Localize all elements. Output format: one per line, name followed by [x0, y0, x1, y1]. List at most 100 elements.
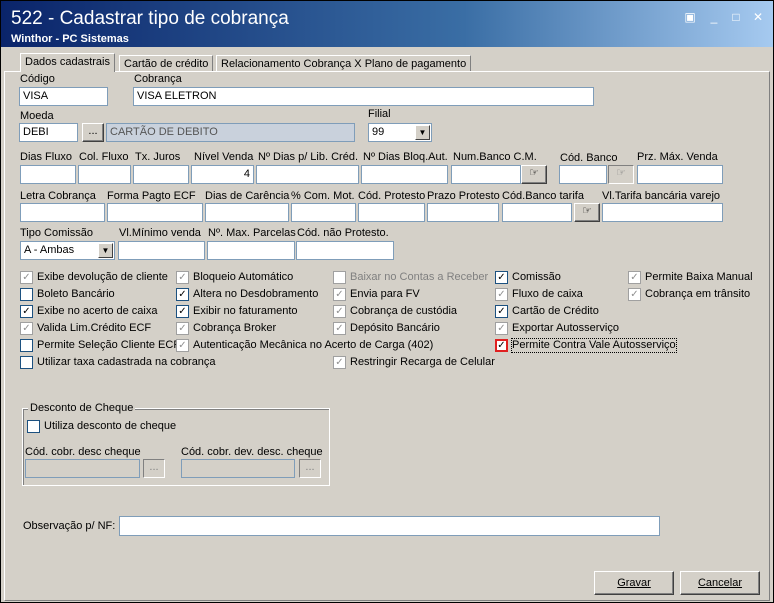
- checkmark-icon[interactable]: ✓: [333, 305, 346, 318]
- checkmark-icon[interactable]: ✓: [495, 339, 508, 352]
- title-bar[interactable]: 522 - Cadastrar tipo de cobrança Winthor…: [1, 1, 773, 47]
- cancelar-button[interactable]: Cancelar: [680, 571, 760, 595]
- max-parcelas-input[interactable]: [207, 241, 295, 260]
- cod-cobr-dev-label: Cód. cobr. dev. desc. cheque: [181, 446, 323, 458]
- window: 522 - Cadastrar tipo de cobrança Winthor…: [0, 0, 774, 603]
- dias-bloq-aut-input[interactable]: [361, 165, 448, 184]
- tipo-comissao-value: A - Ambas: [24, 244, 75, 256]
- checkbox-box[interactable]: [333, 271, 346, 284]
- option-checkbox-label: Autenticação Mecânica no Acerto de Carga…: [193, 339, 434, 351]
- prazo-protesto-input[interactable]: [427, 203, 499, 222]
- cod-protesto-label: Cód. Protesto: [358, 190, 426, 202]
- gravar-label: Gravar: [617, 577, 651, 589]
- option-checkbox-label: Boleto Bancário: [37, 288, 115, 300]
- checkmark-icon[interactable]: ✓: [333, 356, 346, 369]
- prazo-protesto-label: Prazo Protesto: [427, 190, 500, 202]
- cod-protesto-input[interactable]: [358, 203, 425, 222]
- option-checkbox-label: Baixar no Contas a Receber: [350, 271, 489, 283]
- checkmark-icon[interactable]: ✓: [176, 339, 189, 352]
- cancelar-label: Cancelar: [697, 577, 743, 589]
- cod-nao-protesto-input[interactable]: [296, 241, 394, 260]
- nivel-venda-input[interactable]: 4: [191, 165, 254, 184]
- gravar-button[interactable]: Gravar: [594, 571, 674, 595]
- checkmark-icon[interactable]: ✓: [176, 288, 189, 301]
- dias-fluxo-label: Dias Fluxo: [20, 151, 72, 163]
- letra-cobranca-input[interactable]: [20, 203, 105, 222]
- cod-cobr-dev-input[interactable]: [181, 459, 295, 478]
- chevron-down-icon[interactable]: ▼: [415, 125, 430, 140]
- moeda-lookup-button[interactable]: ...: [82, 123, 104, 142]
- tab-dados-cadastrais[interactable]: Dados cadastrais: [20, 53, 115, 72]
- checkmark-icon[interactable]: ✓: [628, 271, 641, 284]
- checkmark-icon[interactable]: ✓: [495, 271, 508, 284]
- col-fluxo-input[interactable]: [78, 165, 131, 184]
- moeda-input[interactable]: DEBI: [19, 123, 78, 142]
- checkmark-icon[interactable]: ✓: [333, 322, 346, 335]
- tx-juros-input[interactable]: [133, 165, 189, 184]
- cod-banco-search-button[interactable]: ☞: [608, 165, 634, 184]
- observacao-input[interactable]: [119, 516, 660, 536]
- filial-select[interactable]: 99 ▼: [368, 123, 432, 142]
- option-checkbox-label: Fluxo de caixa: [512, 288, 583, 300]
- cod-banco-label: Cód. Banco: [560, 152, 618, 164]
- forma-pagto-ecf-input[interactable]: [107, 203, 203, 222]
- option-checkbox-label: Cobrança em trânsito: [645, 288, 751, 300]
- cod-banco-tarifa-input[interactable]: [502, 203, 572, 222]
- tab-cartao-de-credito[interactable]: Cartão de crédito: [119, 55, 214, 71]
- hand-pointer-icon: ☞: [616, 167, 626, 179]
- dias-carencia-input[interactable]: [205, 203, 289, 222]
- checkmark-icon[interactable]: ✓: [495, 288, 508, 301]
- prz-max-venda-input[interactable]: [637, 165, 723, 184]
- codigo-input[interactable]: VISA: [19, 87, 108, 106]
- option-checkbox-label: Utilizar taxa cadastrada na cobrança: [37, 356, 216, 368]
- cobranca-label: Cobrança: [134, 73, 182, 85]
- tipo-comissao-select[interactable]: A - Ambas ▼: [20, 241, 115, 260]
- checkmark-icon[interactable]: ✓: [176, 271, 189, 284]
- cod-banco-input[interactable]: [559, 165, 607, 184]
- restore-icon[interactable]: ▣: [682, 10, 698, 24]
- option-checkbox-label: Altera no Desdobramento: [193, 288, 319, 300]
- minimize-icon[interactable]: _: [706, 10, 722, 24]
- cobranca-input[interactable]: VISA ELETRON: [133, 87, 594, 106]
- vl-minimo-venda-input[interactable]: [118, 241, 205, 260]
- checkmark-icon[interactable]: ✓: [333, 288, 346, 301]
- num-banco-cm-search-button[interactable]: ☞: [521, 165, 547, 184]
- checkmark-icon[interactable]: ✓: [20, 322, 33, 335]
- cod-banco-tarifa-search-button[interactable]: ☞: [574, 203, 600, 222]
- checkbox-box[interactable]: [27, 420, 40, 433]
- option-checkbox-label: Exibir no faturamento: [193, 305, 298, 317]
- nivel-venda-label: Nível Venda: [194, 151, 254, 163]
- vl-tarifa-input[interactable]: [602, 203, 723, 222]
- checkmark-icon[interactable]: ✓: [176, 305, 189, 318]
- checkbox-box[interactable]: [20, 356, 33, 369]
- option-checkbox-label: Depósito Bancário: [350, 322, 440, 334]
- checkmark-icon[interactable]: ✓: [628, 288, 641, 301]
- checkmark-icon[interactable]: ✓: [20, 305, 33, 318]
- cod-cobr-desc-lookup-button[interactable]: ...: [143, 459, 165, 478]
- chevron-down-icon[interactable]: ▼: [98, 243, 113, 258]
- cod-cobr-desc-input[interactable]: [25, 459, 140, 478]
- checkbox-box[interactable]: [20, 288, 33, 301]
- option-checkbox-label: Cobrança Broker: [193, 322, 277, 334]
- dias-fluxo-input[interactable]: [20, 165, 76, 184]
- hand-pointer-icon: ☞: [529, 167, 539, 179]
- maximize-icon[interactable]: □: [728, 10, 744, 24]
- checkmark-icon[interactable]: ✓: [495, 322, 508, 335]
- cod-cobr-dev-lookup-button[interactable]: ...: [299, 459, 321, 478]
- dias-lib-cred-input[interactable]: [256, 165, 359, 184]
- checkmark-icon[interactable]: ✓: [176, 322, 189, 335]
- letra-cobranca-label: Letra Cobrança: [20, 190, 96, 202]
- option-checkbox-label: Permite Baixa Manual: [645, 271, 753, 283]
- cod-nao-protesto-label: Cód. não Protesto.: [297, 227, 389, 239]
- dias-bloq-aut-label: Nº Dias Bloq.Aut.: [363, 151, 448, 163]
- checkbox-box[interactable]: [20, 339, 33, 352]
- option-checkbox-label: Permite Seleção Cliente ECF: [37, 339, 181, 351]
- tab-relacionamento[interactable]: Relacionamento Cobrança X Plano de pagam…: [216, 55, 472, 71]
- num-banco-cm-input[interactable]: [451, 165, 521, 184]
- checkmark-icon[interactable]: ✓: [495, 305, 508, 318]
- checkmark-icon[interactable]: ✓: [20, 271, 33, 284]
- option-checkbox-label: Envia para FV: [350, 288, 420, 300]
- com-mot-input[interactable]: [291, 203, 356, 222]
- dias-carencia-label: Dias de Carência: [205, 190, 290, 202]
- close-icon[interactable]: ✕: [750, 10, 766, 24]
